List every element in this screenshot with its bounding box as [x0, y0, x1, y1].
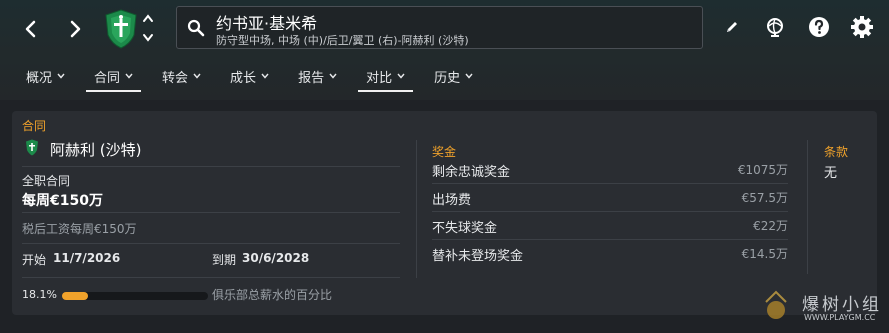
weekly-wage: 每周€150万 [22, 193, 103, 209]
edit-button[interactable] [719, 14, 745, 40]
tab-label: 报告 [298, 70, 325, 86]
divider [432, 183, 788, 184]
tab-reports[interactable]: 报告 [290, 62, 345, 90]
tab-label: 合同 [94, 70, 121, 86]
tab-development[interactable]: 成长 [222, 62, 277, 90]
chevron-down-icon [57, 73, 65, 79]
player-stepper[interactable] [142, 14, 156, 42]
tab-label: 成长 [230, 70, 257, 86]
bonus-row: 不失球奖金 €22万 [432, 217, 788, 237]
tab-contract[interactable]: 合同 [86, 62, 142, 92]
chevron-down-icon [397, 73, 405, 79]
gear-icon [851, 16, 873, 38]
divider [22, 243, 400, 244]
tab-label: 历史 [434, 70, 461, 86]
wage-share-percent: 18.1% [22, 288, 57, 301]
tab-bar: 概况 合同 转会 成长 报告 对比 历史 [18, 62, 494, 92]
chevron-left-icon [25, 20, 36, 38]
bonus-amount: €1075万 [737, 163, 788, 177]
clauses-value: 无 [824, 166, 838, 181]
question-icon [809, 17, 829, 37]
contract-club-link[interactable]: 阿赫利 (沙特) [50, 139, 141, 160]
column-divider [416, 140, 417, 278]
divider [22, 277, 400, 278]
bonus-name: 替补未登场奖金 [432, 249, 524, 264]
chevron-right-icon [70, 20, 81, 38]
bonus-amount: €14.5万 [741, 247, 788, 261]
tab-history[interactable]: 历史 [426, 62, 481, 90]
wage-share-fill [62, 292, 89, 300]
contract-type: 全职合同 [22, 174, 71, 188]
contract-section-title: 合同 [22, 119, 47, 133]
watermark-logo-icon [765, 290, 787, 319]
forward-button[interactable] [60, 14, 90, 44]
tab-transfer[interactable]: 转会 [154, 62, 209, 90]
bonus-amount: €57.5万 [741, 191, 788, 205]
start-date: 11/7/2026 [53, 251, 121, 265]
bonus-amount: €22万 [753, 219, 788, 233]
chevron-down-icon [329, 73, 337, 79]
bonuses-section-title: 奖金 [432, 145, 457, 159]
clauses-section-title: 条款 [824, 145, 849, 159]
chevron-down-icon [193, 73, 201, 79]
bonus-row: 出场费 €57.5万 [432, 189, 788, 209]
divider [432, 239, 788, 240]
tab-label: 转会 [162, 70, 189, 86]
player-search-box[interactable]: 约书亚·基米希 防守型中场, 中场 (中)/后卫/翼卫 (右)-阿赫利 (沙特) [176, 6, 703, 49]
expiry-date: 30/6/2028 [242, 251, 310, 265]
club-crest-icon[interactable] [25, 139, 39, 156]
column-divider [807, 140, 808, 274]
chevron-up-icon[interactable] [142, 14, 154, 23]
chevron-down-icon [261, 73, 269, 79]
player-name: 约书亚·基米希 [216, 14, 318, 33]
watermark-url: WWW.PLAYGM.CC [804, 313, 876, 322]
divider [22, 212, 400, 213]
after-tax-wage: 税后工资每周€150万 [22, 222, 137, 236]
club-crest-icon[interactable] [104, 9, 138, 49]
wage-share-label: 俱乐部总薪水的百分比 [212, 288, 333, 302]
player-positions: 防守型中场, 中场 (中)/后卫/翼卫 (右)-阿赫利 (沙特) [216, 34, 469, 47]
bonus-row: 剩余忠诚奖金 €1075万 [432, 161, 788, 181]
tab-overview[interactable]: 概况 [18, 62, 73, 90]
divider [432, 211, 788, 212]
divider [22, 166, 400, 167]
bonus-name: 不失球奖金 [432, 221, 498, 236]
bonus-name: 出场费 [432, 193, 472, 208]
search-icon[interactable] [187, 19, 205, 37]
tab-label: 概况 [26, 70, 53, 86]
settings-button[interactable] [849, 14, 875, 40]
tab-compare[interactable]: 对比 [358, 62, 414, 92]
bonus-row: 替补未登场奖金 €14.5万 [432, 245, 788, 265]
site-watermark: 爆树小组 WWW.PLAYGM.CC [760, 288, 885, 328]
start-label: 开始 [22, 253, 47, 267]
help-button[interactable] [806, 14, 832, 40]
globe-icon [767, 18, 783, 37]
world-button[interactable] [762, 14, 788, 40]
expiry-label: 到期 [212, 253, 237, 267]
pencil-icon [727, 22, 737, 32]
chevron-down-icon [465, 73, 473, 79]
contract-panel [12, 111, 877, 315]
wage-share-bar [62, 292, 208, 300]
tab-label: 对比 [366, 70, 393, 86]
chevron-down-icon [125, 73, 133, 79]
chevron-down-icon[interactable] [142, 33, 154, 42]
back-button[interactable] [16, 14, 46, 44]
watermark-text: 爆树小组 [802, 295, 882, 315]
bonus-name: 剩余忠诚奖金 [432, 165, 511, 180]
